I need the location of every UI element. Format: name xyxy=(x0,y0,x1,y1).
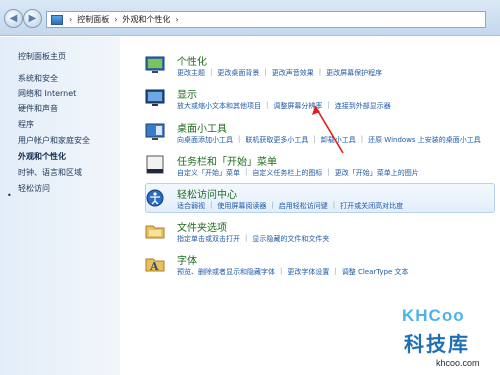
category-title[interactable]: 任务栏和「开始」菜单 xyxy=(177,153,277,168)
forward-button[interactable]: ▶ xyxy=(23,9,42,28)
sidebar-item-appearance[interactable]: 外观和个性化 xyxy=(18,151,66,162)
link-divider: | xyxy=(245,168,248,176)
high-contrast-link[interactable]: 打开或关闭高对比度 xyxy=(340,201,403,211)
back-arrow-icon: ◀ xyxy=(9,13,18,24)
category-title[interactable]: 轻松访问中心 xyxy=(177,186,237,201)
change-start-picture-link[interactable]: 更改「开始」菜单上的图片 xyxy=(335,168,419,178)
link-divider: | xyxy=(238,135,241,143)
show-hidden-files-link[interactable]: 显示隐藏的文件和文件夹 xyxy=(252,234,329,244)
khcoo-watermark: KHCoo 科技库 khcoo.com xyxy=(402,306,500,375)
sidebar-item-network[interactable]: 网络和 Internet xyxy=(18,88,76,99)
customize-start-menu-link[interactable]: 自定义「开始」菜单 xyxy=(177,168,240,178)
sidebar-item-hardware-sound[interactable]: 硬件和声音 xyxy=(18,103,58,114)
link-divider: | xyxy=(360,135,364,143)
link-divider: | xyxy=(327,168,330,176)
control-panel-home-link[interactable]: 控制面板主页 xyxy=(18,51,66,62)
forward-arrow-icon: ▶ xyxy=(28,13,37,24)
sidebar-item-user-accounts[interactable]: 用户帐户和家庭安全 xyxy=(18,135,90,146)
change-font-settings-link[interactable]: 更改字体设置 xyxy=(287,267,329,277)
link-divider: | xyxy=(264,68,267,76)
uninstall-gadget-link[interactable]: 卸载小工具 xyxy=(321,135,356,145)
personalization-icon xyxy=(145,56,165,73)
back-button[interactable]: ◀ xyxy=(4,9,23,28)
link-divider: | xyxy=(271,201,274,209)
single-double-click-link[interactable]: 指定单击或双击打开 xyxy=(177,234,240,244)
change-sounds-link[interactable]: 更改声音效果 xyxy=(272,68,314,78)
sidebar-item-clock-language-region[interactable]: 时钟、语言和区域 xyxy=(18,167,82,178)
breadcrumb-control-panel[interactable]: 控制面板 xyxy=(77,14,109,25)
breadcrumb[interactable]: › 控制面板 › 外观和个性化 › xyxy=(46,11,486,28)
add-gadgets-link[interactable]: 向桌面添加小工具 xyxy=(177,135,233,145)
watermark-url: khcoo.com xyxy=(436,358,480,368)
breadcrumb-separator-icon: › xyxy=(114,15,118,24)
sidebar-item-programs[interactable]: 程序 xyxy=(18,119,34,130)
link-divider: | xyxy=(327,101,330,109)
category-title[interactable]: 显示 xyxy=(177,86,197,101)
gadgets-icon xyxy=(145,123,165,140)
category-title[interactable]: 桌面小工具 xyxy=(177,120,227,135)
sidebar-item-ease-of-access[interactable]: 轻松访问 xyxy=(18,183,50,194)
link-divider: | xyxy=(280,267,283,275)
link-divider: | xyxy=(266,101,269,109)
link-divider: | xyxy=(313,135,316,143)
ease-of-access-icon xyxy=(146,189,164,207)
left-navigation-pane: 控制面板主页 系统和安全 网络和 Internet 硬件和声音 程序 用户帐户和… xyxy=(0,37,120,375)
taskbar-icon xyxy=(146,155,164,174)
change-screensaver-link[interactable]: 更改屏幕保护程序 xyxy=(326,68,382,78)
link-divider: | xyxy=(318,68,322,76)
breadcrumb-appearance[interactable]: 外观和个性化 xyxy=(122,14,170,25)
external-display-link[interactable]: 连接到外部显示器 xyxy=(335,101,391,111)
fonts-icon: A xyxy=(145,258,165,273)
customize-taskbar-icons-link[interactable]: 自定义任务栏上的图标 xyxy=(252,168,322,178)
get-more-gadgets-link[interactable]: 联机获取更多小工具 xyxy=(245,135,308,145)
link-divider: | xyxy=(210,68,213,76)
watermark-logo: KHCoo xyxy=(402,306,465,325)
category-title[interactable]: 字体 xyxy=(177,252,197,267)
low-vision-link[interactable]: 适合弱视 xyxy=(177,201,205,211)
control-panel-icon xyxy=(51,14,63,25)
watermark-name: 科技库 xyxy=(404,332,470,356)
link-divider: | xyxy=(332,201,336,209)
active-bullet-icon: • xyxy=(7,191,12,200)
ease-of-access-keys-link[interactable]: 启用轻松访问键 xyxy=(279,201,328,211)
change-theme-link[interactable]: 更改主题 xyxy=(177,68,205,78)
link-divider: | xyxy=(245,234,248,242)
screen-resolution-link[interactable]: 调整屏幕分辨率 xyxy=(273,101,322,111)
breadcrumb-separator-icon: › xyxy=(69,15,73,24)
cleartype-link[interactable]: 调整 ClearType 文本 xyxy=(342,267,409,277)
address-bar: ◀ ▶ › 控制面板 › 外观和个性化 › xyxy=(0,0,500,36)
screen-reader-link[interactable]: 使用屏幕阅读器 xyxy=(217,201,266,211)
change-background-link[interactable]: 更改桌面背景 xyxy=(217,68,259,78)
sidebar-item-system-security[interactable]: 系统和安全 xyxy=(18,73,58,84)
link-divider: | xyxy=(334,267,337,275)
display-icon xyxy=(145,89,165,106)
svg-text:A: A xyxy=(149,260,159,273)
link-divider: | xyxy=(210,201,213,209)
text-size-link[interactable]: 放大或缩小文本和其他项目 xyxy=(177,101,261,111)
preview-fonts-link[interactable]: 预览、删除或者显示和隐藏字体 xyxy=(177,267,275,277)
breadcrumb-separator-icon: › xyxy=(175,15,179,24)
category-title[interactable]: 文件夹选项 xyxy=(177,219,227,234)
restore-gadgets-link[interactable]: 还原 Windows 上安装的桌面小工具 xyxy=(368,135,481,145)
category-title[interactable]: 个性化 xyxy=(177,53,207,68)
folder-icon xyxy=(145,225,165,239)
